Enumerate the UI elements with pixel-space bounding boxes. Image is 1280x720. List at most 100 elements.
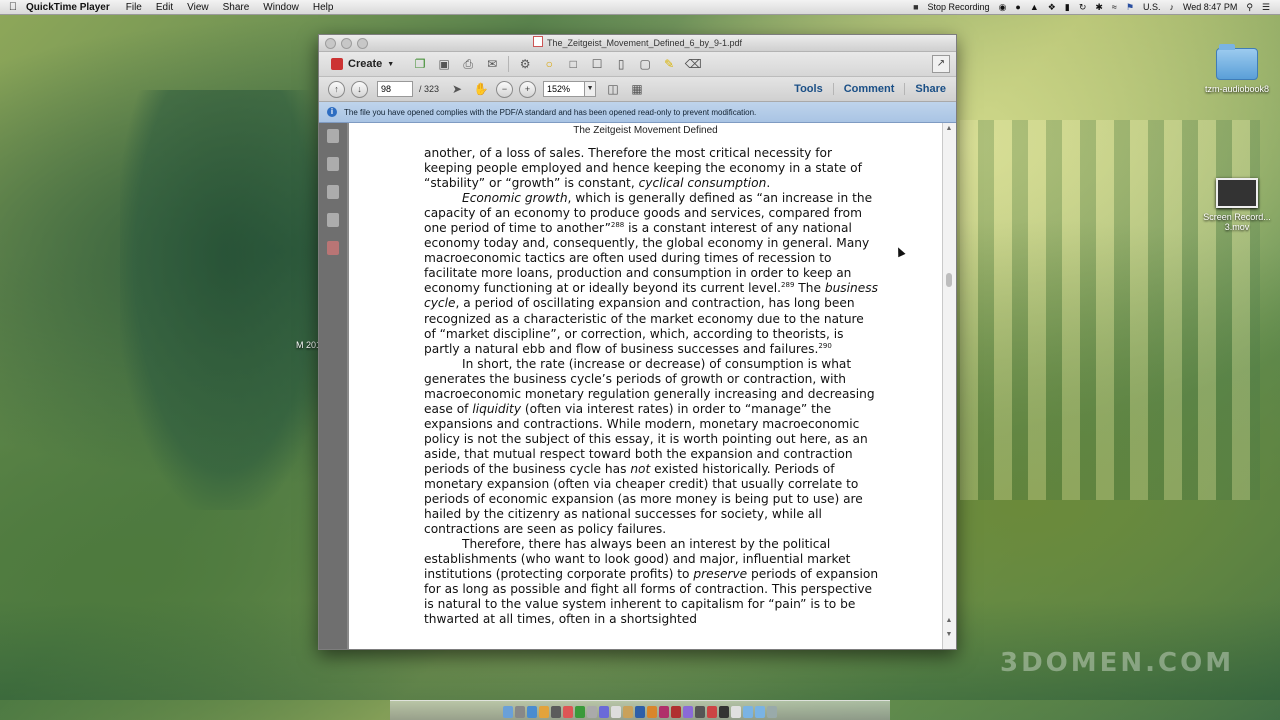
- scroll-thumb[interactable]: [946, 273, 952, 287]
- signatures-icon[interactable]: [327, 213, 339, 227]
- volume-icon[interactable]: ♪: [1169, 2, 1174, 12]
- highlight-pen-icon[interactable]: ✎: [660, 55, 678, 73]
- menubar-clock[interactable]: Wed 8:47 PM: [1183, 2, 1237, 12]
- minimize-button[interactable]: [341, 38, 352, 49]
- page-thumbnails-icon[interactable]: [327, 129, 339, 143]
- dock-spotify-icon[interactable]: [575, 706, 585, 718]
- menu-window[interactable]: Window: [263, 2, 299, 13]
- previous-page-icon[interactable]: ↑: [328, 80, 345, 98]
- dock-app-icon-6[interactable]: [563, 706, 573, 718]
- tray-icon-1[interactable]: ◉: [999, 2, 1007, 13]
- comment-bubble-icon[interactable]: ○: [540, 55, 558, 73]
- dock-app-icon-16[interactable]: [683, 706, 693, 718]
- dock-acrobat-icon[interactable]: [671, 706, 681, 718]
- app-name-menu[interactable]: QuickTime Player: [26, 2, 110, 13]
- tray-icon-3[interactable]: ▲: [1030, 2, 1039, 12]
- desktop-movie-file[interactable]: Screen Record... 3.mov: [1202, 178, 1272, 232]
- save-icon[interactable]: ▣: [435, 55, 453, 73]
- menu-help[interactable]: Help: [313, 2, 334, 13]
- status-area: ■ Stop Recording ◉ ● ▲ ❖ ▮ ↻ ✱ ≈ ⚑ U.S. …: [913, 0, 1270, 14]
- tools-link[interactable]: Tools: [784, 83, 833, 95]
- vertical-scrollbar[interactable]: ▲ ▲ ▼: [942, 123, 956, 649]
- dropbox-icon[interactable]: ❖: [1048, 2, 1056, 13]
- zoom-input[interactable]: [543, 81, 586, 97]
- dock-app-icon-8[interactable]: [587, 706, 597, 718]
- page-body-text: another, of a loss of sales. Therefore t…: [424, 146, 879, 628]
- dock-app-icon-9[interactable]: [599, 706, 609, 718]
- search-icon[interactable]: ⚲: [1246, 2, 1253, 13]
- battery-icon[interactable]: ▮: [1065, 2, 1070, 13]
- dock-app-icon-18[interactable]: [707, 706, 717, 718]
- dock-app-icon-11[interactable]: [623, 706, 633, 718]
- tray-icon-2[interactable]: ●: [1015, 2, 1020, 12]
- menu-edit[interactable]: Edit: [156, 2, 173, 13]
- settings-gear-icon[interactable]: ⚙: [516, 55, 534, 73]
- expand-icon[interactable]: ↗: [932, 55, 950, 73]
- desktop-folder-label: tzm-audiobook8: [1204, 84, 1270, 94]
- sync-icon[interactable]: ↻: [1079, 2, 1087, 13]
- apple-menu-icon[interactable]: : [0, 1, 26, 13]
- zoom-dropdown-icon[interactable]: ▼: [585, 81, 597, 97]
- menu-view[interactable]: View: [187, 2, 209, 13]
- export-icon[interactable]: ▯: [612, 55, 630, 73]
- flag-icon[interactable]: ⚑: [1126, 2, 1134, 13]
- watermark: 3DOMEN.COM: [1000, 648, 1235, 678]
- select-cursor-icon[interactable]: ➤: [448, 80, 466, 98]
- zoom-out-icon[interactable]: −: [496, 80, 514, 98]
- dock-trash-icon[interactable]: [767, 706, 777, 718]
- dock-chrome-icon[interactable]: [539, 706, 549, 718]
- dock-app-icon-5[interactable]: [551, 706, 561, 718]
- dock-illustrator-icon[interactable]: [647, 706, 657, 718]
- list-icon[interactable]: ☰: [1262, 2, 1270, 13]
- attach-icon[interactable]: ☐: [588, 55, 606, 73]
- next-page-icon[interactable]: ↓: [351, 80, 368, 98]
- bluetooth-icon[interactable]: ✱: [1095, 2, 1103, 13]
- zoom-in-icon[interactable]: +: [519, 80, 537, 98]
- bookmarks-icon[interactable]: [327, 157, 339, 171]
- stop-recording-icon[interactable]: ■: [913, 2, 918, 12]
- email-icon[interactable]: ✉: [483, 55, 501, 73]
- create-button[interactable]: Create ▼: [325, 56, 400, 72]
- dock-app-icon-20[interactable]: [731, 706, 741, 718]
- input-source[interactable]: U.S.: [1143, 2, 1161, 12]
- dock-folder-icon-1[interactable]: [743, 706, 753, 718]
- page-number-input[interactable]: [377, 81, 413, 97]
- document-content: The Zeitgeist Movement Defined another, …: [319, 123, 956, 649]
- dock-indesign-icon[interactable]: [659, 706, 669, 718]
- stamp-icon[interactable]: □: [564, 55, 582, 73]
- scroll-down-icon[interactable]: ▼: [945, 631, 953, 638]
- wifi-icon[interactable]: ≈: [1112, 2, 1117, 12]
- menu-share[interactable]: Share: [223, 2, 250, 13]
- attachments-icon[interactable]: [327, 185, 339, 199]
- dock-photoshop-icon[interactable]: [635, 706, 645, 718]
- close-button[interactable]: [325, 38, 336, 49]
- dock-safari-icon[interactable]: [527, 706, 537, 718]
- share-link[interactable]: Share: [904, 83, 956, 95]
- scroll-up-icon[interactable]: ▲: [945, 125, 953, 132]
- sign-icon[interactable]: ▢: [636, 55, 654, 73]
- dock-app-icon-19[interactable]: [719, 706, 729, 718]
- dock-folder-icon-2[interactable]: [755, 706, 765, 718]
- task-pane-links: Tools Comment Share: [784, 83, 956, 95]
- menu-file[interactable]: File: [126, 2, 142, 13]
- comment-link[interactable]: Comment: [832, 83, 905, 95]
- paragraph-1: another, of a loss of sales. Therefore t…: [424, 146, 862, 191]
- hand-tool-icon[interactable]: ✋: [472, 80, 490, 98]
- layers-icon[interactable]: [327, 241, 339, 255]
- fit-page-icon[interactable]: ◫: [604, 80, 622, 98]
- scroll-up-bottom-icon[interactable]: ▲: [945, 617, 953, 624]
- dock-app-icon-10[interactable]: [611, 706, 621, 718]
- paragraph-4: Therefore, there has always been an inte…: [424, 537, 879, 627]
- zoom-button[interactable]: [357, 38, 368, 49]
- dock-launchpad-icon[interactable]: [515, 706, 525, 718]
- fit-width-icon[interactable]: ▦: [628, 80, 646, 98]
- title-bar[interactable]: The_Zeitgeist_Movement_Defined_6_by_9-1.…: [319, 35, 956, 52]
- dock-app-icon-17[interactable]: [695, 706, 705, 718]
- eraser-icon[interactable]: ⌫: [684, 55, 702, 73]
- desktop-folder[interactable]: tzm-audiobook8: [1202, 44, 1272, 94]
- open-folder-icon[interactable]: ❐: [411, 55, 429, 73]
- dock-finder-icon[interactable]: [503, 706, 513, 718]
- stop-recording-label[interactable]: Stop Recording: [928, 2, 990, 12]
- document-view[interactable]: The Zeitgeist Movement Defined another, …: [347, 123, 956, 649]
- print-icon[interactable]: ⎙: [459, 55, 477, 73]
